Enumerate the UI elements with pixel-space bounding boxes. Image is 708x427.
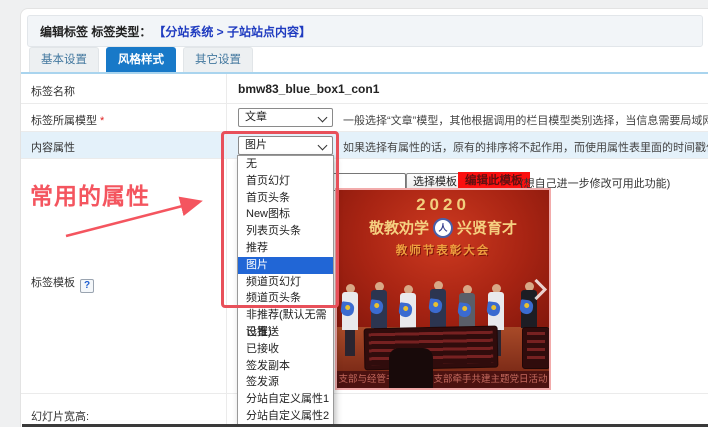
column-divider [226,74,227,427]
page-title: 编辑标签 标签类型： [40,23,151,40]
attribute-select[interactable]: 图片 [238,136,333,155]
model-hint: 一般选择“文章”模型，其他根据调用的栏目模型类别选择，当信息需要局域网访问时必选 [343,112,708,128]
dropdown-option[interactable]: 图片 [238,257,333,274]
panel-header: 编辑标签 标签类型： 【分站系统 > 子站站点内容】 [27,15,703,47]
settings-tabs: 基本设置 风格样式 其它设置 [29,47,260,72]
school-logo: 人 [433,218,453,238]
person-figure [339,284,361,356]
row-slide-size: 幻灯片宽高: [21,393,708,427]
page: 编辑标签 标签类型： 【分站系统 > 子站站点内容】 基本设置 风格样式 其它设… [0,0,708,427]
dropdown-option[interactable]: 列表页头条 [238,223,333,240]
photo-year-text: 2020 [337,195,549,215]
dropdown-option[interactable]: 非推荐(默认无需设置) [238,307,333,324]
model-label: 标签所属模型* [31,112,104,128]
template-label: 标签模板? [31,274,94,293]
help-icon[interactable]: ? [80,279,94,293]
dropdown-option[interactable]: 频道页幻灯 [238,274,333,291]
dropdown-option[interactable]: 签发源 [238,374,333,391]
dropdown-option[interactable]: 已接收 [238,341,333,358]
row-tag-name: 标签名称 bmw83_blue_box1_con1 [21,74,708,104]
dropdown-option[interactable]: 无 [238,156,333,173]
tab-basic-settings[interactable]: 基本设置 [29,47,99,73]
tag-name-label: 标签名称 [31,83,75,99]
row-model: 标签所属模型* 文章 一般选择“文章”模型，其他根据调用的栏目模型类别选择，当信… [21,104,708,132]
required-asterisk: * [100,115,104,127]
chevron-down-icon [318,141,328,151]
dropdown-option[interactable]: 频道页头条 [238,290,333,307]
dropdown-option[interactable]: 推荐 [238,240,333,257]
attribute-label: 内容属性 [31,139,75,155]
dropdown-option[interactable]: 分站自定义属性2 [238,408,333,425]
template-preview-image[interactable]: 2020 敬教劝学 人 兴贤育才 教师节表彰大会 支部与经管书院教工党支部牵手共… [335,188,551,390]
attribute-hint: 如果选择有属性的话，原有的排序将不起作用，而使用属性表里面的时间戳作为排序条件 [343,139,708,155]
photo-caption: 支部与经管书院教工党支部牵手共建主题党日活动 [337,371,549,388]
photo-title: 敬教劝学 人 兴贤育才 [337,217,549,238]
carousel-next-icon[interactable] [526,274,546,304]
slide-size-label: 幻灯片宽高: [31,408,89,424]
dropdown-option[interactable]: 签发副本 [238,358,333,375]
row-content-attribute: 内容属性 图片 如果选择有属性的话，原有的排序将不起作用，而使用属性表里面的时间… [21,132,708,159]
tag-type-link[interactable]: 【分站系统 > 子站站点内容】 [153,23,311,40]
photo-subtitle: 教师节表彰大会 [337,242,549,258]
stage-screen-right [523,328,549,368]
dropdown-option[interactable]: 已推送 [238,324,333,341]
camera-silhouette [389,348,433,388]
dropdown-option[interactable]: 首页幻灯 [238,173,333,190]
tag-name-value: bmw83_blue_box1_con1 [238,82,379,96]
attribute-dropdown-list: 无首页幻灯首页头条New图标列表页头条推荐图片频道页幻灯频道页头条非推荐(默认无… [237,155,334,427]
dropdown-option[interactable]: 分站自定义属性1 [238,391,333,408]
dropdown-option[interactable]: New图标 [238,206,333,223]
tab-style-settings[interactable]: 风格样式 [106,47,176,73]
tab-other-settings[interactable]: 其它设置 [183,47,253,73]
annotation-text: 常用的属性 [30,177,150,211]
chevron-down-icon [318,113,328,123]
dropdown-option[interactable]: 首页头条 [238,190,333,207]
model-select[interactable]: 文章 [238,108,333,127]
